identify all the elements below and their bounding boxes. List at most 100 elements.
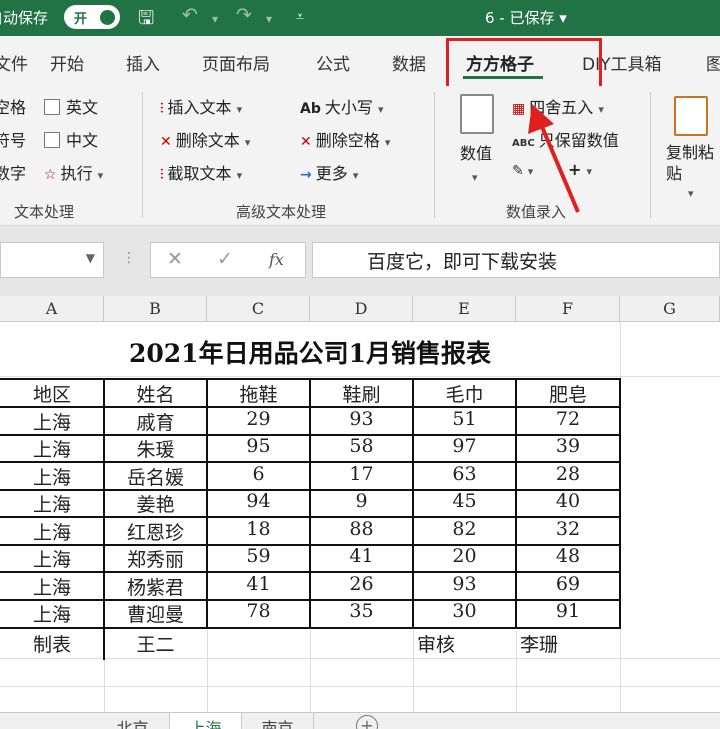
tab-insert[interactable]: 插入 — [126, 50, 160, 75]
reviewer-label-cell[interactable]: 审核 — [413, 630, 516, 657]
table-cell[interactable]: 93 — [413, 573, 516, 595]
table-cell[interactable]: 69 — [516, 573, 620, 595]
table-cell[interactable]: 41 — [207, 573, 310, 595]
table-cell[interactable]: 上海 — [0, 463, 104, 490]
spreadsheet-grid[interactable]: A B C D E F G 2021年日用品公司1月销售报表 地区 姓名 拖鞋 … — [0, 296, 720, 712]
copy-paste-button[interactable]: 复制粘贴 — [666, 142, 720, 184]
redo-icon[interactable]: ↷ — [236, 4, 252, 26]
table-cell[interactable]: 杨紫君 — [104, 573, 207, 600]
table-cell[interactable]: 88 — [310, 518, 413, 540]
value-dropdown-icon[interactable]: ▾ — [472, 166, 478, 185]
table-cell[interactable]: 63 — [413, 463, 516, 485]
case-button[interactable]: Ab 大小写 ▾ — [300, 94, 384, 118]
maker-label-cell[interactable]: 制表 — [0, 630, 104, 657]
table-cell[interactable]: 59 — [207, 545, 310, 567]
tab-home[interactable]: 开始 — [50, 50, 84, 75]
table-cell[interactable]: 17 — [310, 463, 413, 485]
table-cell[interactable]: 39 — [516, 435, 620, 457]
chevron-down-icon[interactable]: ▼ — [86, 251, 95, 265]
autosave-toggle[interactable]: 开 — [64, 5, 120, 29]
tab-formulas[interactable]: 公式 — [316, 50, 350, 75]
sheet-tab-nanjing[interactable]: 南京 — [242, 713, 314, 729]
tab-file[interactable]: 文件 — [0, 50, 28, 75]
table-cell[interactable]: 20 — [413, 545, 516, 567]
column-header[interactable]: D — [310, 296, 413, 322]
formula-input[interactable]: 百度它，即可下载安装 — [312, 242, 720, 278]
table-header-cell[interactable]: 地区 — [0, 380, 104, 407]
table-header-cell[interactable]: 鞋刷 — [310, 380, 413, 407]
reviewer-name-cell[interactable]: 李珊 — [516, 630, 620, 657]
table-cell[interactable]: 72 — [516, 408, 620, 430]
table-cell[interactable]: 93 — [310, 408, 413, 430]
tab-more[interactable]: 图 — [706, 50, 720, 75]
table-cell[interactable]: 94 — [207, 490, 310, 512]
table-cell[interactable]: 岳名媛 — [104, 463, 207, 490]
document-title[interactable]: 6 - 已保存 ▾ — [485, 7, 567, 28]
table-cell[interactable]: 红恩珍 — [104, 518, 207, 545]
column-header[interactable]: B — [104, 296, 207, 322]
table-cell[interactable]: 戚育 — [104, 408, 207, 435]
maker-name-cell[interactable]: 王二 — [104, 630, 207, 657]
table-cell[interactable]: 32 — [516, 518, 620, 540]
table-header-cell[interactable]: 拖鞋 — [207, 380, 310, 407]
sheet-tab-shanghai[interactable]: 上海 — [170, 713, 242, 729]
table-cell[interactable]: 上海 — [0, 490, 104, 517]
tab-page-layout[interactable]: 页面布局 — [202, 50, 270, 75]
table-cell[interactable]: 上海 — [0, 545, 104, 572]
table-cell[interactable]: 28 — [516, 463, 620, 485]
table-cell[interactable]: 41 — [310, 545, 413, 567]
table-cell[interactable]: 82 — [413, 518, 516, 540]
chinese-checkbox[interactable]: 中文 — [44, 127, 98, 151]
table-cell[interactable]: 29 — [207, 408, 310, 430]
table-cell[interactable]: 6 — [207, 463, 310, 485]
table-cell[interactable]: 上海 — [0, 518, 104, 545]
table-cell[interactable]: 58 — [310, 435, 413, 457]
table-cell[interactable]: 姜艳 — [104, 490, 207, 517]
truncate-text-button[interactable]: ⫶ 截取文本 ▾ — [160, 160, 242, 184]
table-cell[interactable]: 48 — [516, 545, 620, 567]
table-header-cell[interactable]: 毛巾 — [413, 380, 516, 407]
function-icon[interactable]: fx — [269, 250, 284, 269]
table-cell[interactable]: 曹迎曼 — [104, 600, 207, 627]
sheet-tab-beijing[interactable]: 北京 — [96, 713, 170, 729]
table-cell[interactable]: 上海 — [0, 600, 104, 627]
column-header[interactable]: A — [0, 296, 104, 322]
redo-dropdown-icon[interactable]: ▾ — [266, 12, 272, 26]
english-checkbox[interactable]: 英文 — [44, 94, 98, 118]
table-cell[interactable]: 郑秀丽 — [104, 545, 207, 572]
execute-button[interactable]: ☆ 执行 ▾ — [44, 160, 103, 184]
table-cell[interactable]: 35 — [310, 600, 413, 622]
delete-text-button[interactable]: ✕ 删除文本 ▾ — [160, 127, 250, 151]
column-header[interactable]: E — [413, 296, 516, 322]
sheet-title-cell[interactable]: 2021年日用品公司1月销售报表 — [0, 334, 620, 370]
customize-quick-access-icon[interactable]: ⩡ — [296, 9, 304, 25]
table-cell[interactable]: 97 — [413, 435, 516, 457]
value-button[interactable]: 数值 — [460, 140, 492, 164]
cancel-icon[interactable]: ✕ — [167, 248, 183, 270]
table-cell[interactable]: 51 — [413, 408, 516, 430]
table-cell[interactable]: 朱瑗 — [104, 435, 207, 462]
save-icon[interactable]: 🖫 — [138, 4, 154, 36]
table-cell[interactable]: 95 — [207, 435, 310, 457]
table-cell[interactable]: 26 — [310, 573, 413, 595]
column-header[interactable]: C — [207, 296, 310, 322]
resize-handle-icon[interactable]: ⋮ — [122, 250, 136, 266]
table-cell[interactable]: 18 — [207, 518, 310, 540]
tab-data[interactable]: 数据 — [392, 50, 426, 75]
add-sheet-icon[interactable]: + — [356, 715, 378, 729]
table-cell[interactable]: 9 — [310, 490, 413, 512]
table-cell[interactable]: 30 — [413, 600, 516, 622]
table-header-cell[interactable]: 肥皂 — [516, 380, 620, 407]
more-button[interactable]: → 更多 ▾ — [300, 160, 358, 184]
table-cell[interactable]: 40 — [516, 490, 620, 512]
symbol-button[interactable]: 符号 — [0, 127, 26, 151]
table-cell[interactable]: 上海 — [0, 408, 104, 435]
enter-icon[interactable]: ✓ — [217, 248, 233, 270]
undo-icon[interactable]: ↶ — [182, 4, 198, 26]
table-header-cell[interactable]: 姓名 — [104, 380, 207, 407]
table-cell[interactable]: 45 — [413, 490, 516, 512]
table-cell[interactable]: 上海 — [0, 573, 104, 600]
number-button[interactable]: 数字 — [0, 160, 26, 184]
table-cell[interactable]: 91 — [516, 600, 620, 622]
delete-space-button[interactable]: ✕ 删除空格 ▾ — [300, 127, 390, 151]
